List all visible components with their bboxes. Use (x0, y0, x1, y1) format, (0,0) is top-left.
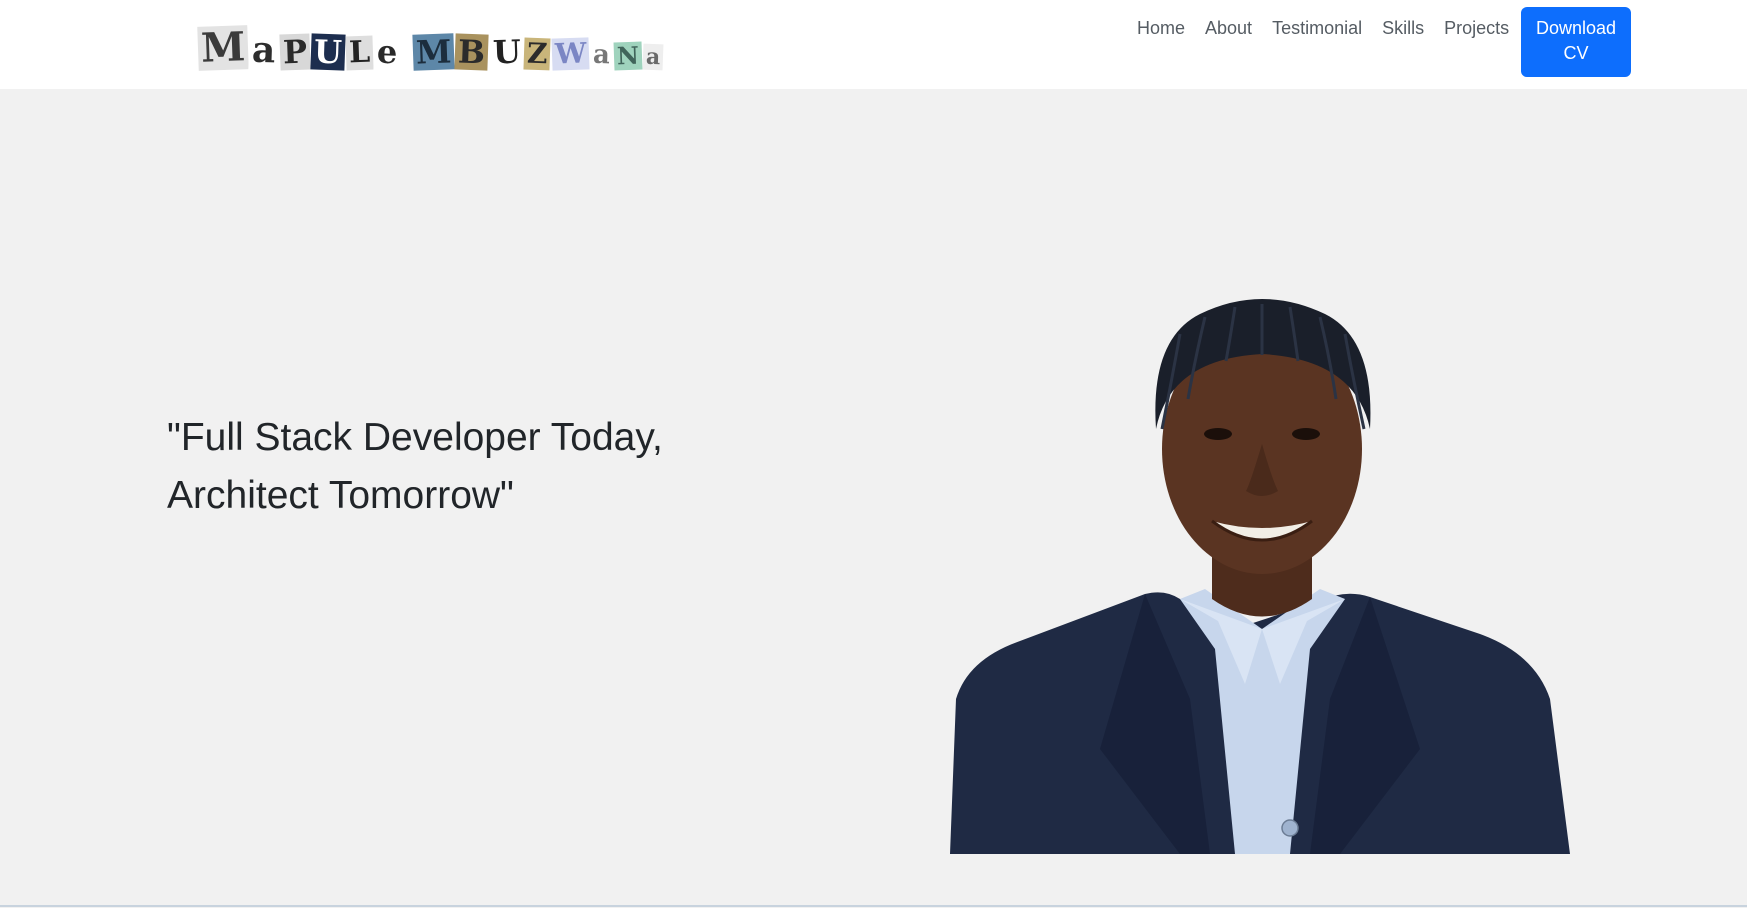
navbar: MaPULeMBUZWaNa Home About Testimonial Sk… (0, 0, 1747, 89)
logo-last-letter: M (412, 32, 456, 72)
logo-first-letter: P (278, 33, 311, 71)
nav-link-skills[interactable]: Skills (1382, 18, 1424, 39)
logo-last-letter: Z (523, 37, 552, 71)
download-cv-button[interactable]: Download CV (1521, 7, 1631, 77)
profile-portrait (950, 299, 1570, 854)
hero-tagline: "Full Stack Developer Today, Architect T… (167, 416, 663, 517)
nav-link-testimonial[interactable]: Testimonial (1272, 18, 1362, 39)
hero-section: "Full Stack Developer Today, Architect T… (0, 89, 1747, 906)
nav-links: Home About Testimonial Skills Projects (1137, 18, 1529, 39)
nav-link-projects[interactable]: Projects (1444, 18, 1509, 39)
logo[interactable]: MaPULeMBUZWaNa (197, 14, 664, 72)
logo-last-letter: N (613, 41, 643, 71)
logo-last-letter: B (454, 33, 490, 71)
logo-first-letter: L (344, 35, 374, 71)
logo-first-letter: M (197, 23, 250, 72)
logo-first-letter: a (248, 29, 280, 71)
section-divider (0, 905, 1747, 907)
nav-link-home[interactable]: Home (1137, 18, 1185, 39)
logo-last-letter: a (642, 43, 664, 71)
logo-first-letter: U (310, 33, 346, 71)
logo-last-letter: U (488, 33, 525, 71)
logo-first-letter: e (373, 33, 401, 71)
logo-last-letter: a (589, 39, 614, 71)
nav-link-about[interactable]: About (1205, 18, 1252, 39)
logo-last-letter: W (551, 36, 590, 71)
